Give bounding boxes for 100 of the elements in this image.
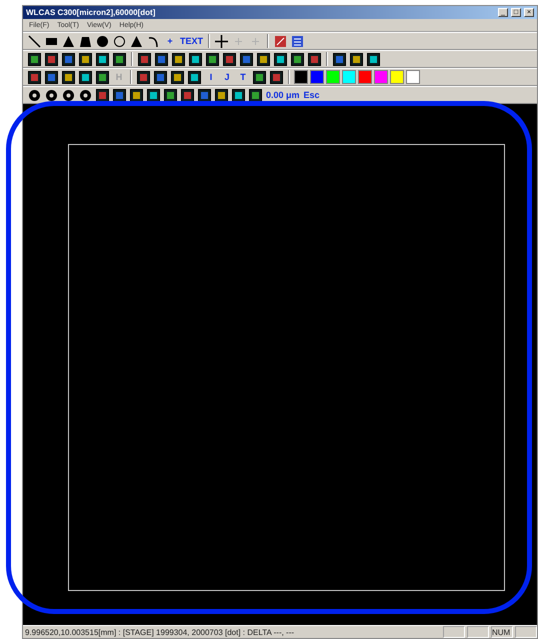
tool-icon	[79, 52, 92, 66]
color-swatch[interactable]	[358, 70, 372, 84]
tool-button[interactable]	[153, 70, 168, 84]
tool-icon	[274, 34, 288, 48]
tool-icon	[62, 88, 75, 102]
tool-icon	[147, 88, 160, 102]
color-swatch[interactable]	[326, 70, 340, 84]
tool-icon	[79, 70, 92, 84]
tool-icon	[206, 52, 219, 66]
tool-icon	[274, 52, 287, 66]
tool-button[interactable]: I	[204, 70, 218, 84]
color-swatch[interactable]	[342, 70, 356, 84]
tool-icon	[28, 70, 41, 84]
tool-button[interactable]	[95, 52, 110, 66]
tool-icon	[333, 52, 346, 66]
tool-button[interactable]	[231, 88, 246, 102]
tool-icon	[240, 52, 253, 66]
tool-button[interactable]	[163, 88, 178, 102]
tool-icon	[62, 70, 75, 84]
tool-button[interactable]	[136, 70, 151, 84]
tool-button[interactable]: TEXT	[179, 34, 204, 48]
tool-button[interactable]	[214, 88, 229, 102]
tool-button[interactable]	[154, 52, 169, 66]
tool-button[interactable]	[95, 70, 110, 84]
tool-button[interactable]	[27, 88, 42, 102]
tool-icon	[223, 52, 236, 66]
tool-button[interactable]: Esc	[302, 88, 321, 102]
tool-button[interactable]	[170, 70, 185, 84]
tool-icon	[154, 70, 167, 84]
tool-button[interactable]: J	[220, 70, 234, 84]
tool-button[interactable]: 0.00 μm	[265, 88, 301, 102]
tool-icon	[62, 52, 75, 66]
tool-button[interactable]	[256, 52, 271, 66]
tool-button[interactable]	[27, 52, 42, 66]
tool-button[interactable]	[187, 70, 202, 84]
tool-button[interactable]	[248, 88, 263, 102]
tool-icon	[164, 88, 177, 102]
tool-button[interactable]	[222, 52, 237, 66]
tool-button[interactable]	[366, 52, 381, 66]
tool-button[interactable]	[188, 52, 203, 66]
tool-button[interactable]	[112, 34, 127, 48]
tool-icon	[215, 34, 228, 48]
tool-icon	[249, 88, 262, 102]
tool-button[interactable]	[78, 88, 93, 102]
tool-button[interactable]	[61, 34, 76, 48]
tool-icon	[147, 34, 160, 48]
tool-button[interactable]	[307, 52, 322, 66]
tool-icon	[96, 70, 109, 84]
tool-icon	[171, 70, 184, 84]
tool-button[interactable]	[332, 52, 347, 66]
tool-button[interactable]	[129, 88, 144, 102]
tool-button[interactable]	[349, 52, 364, 66]
tool-button[interactable]	[214, 34, 230, 48]
tool-button[interactable]	[61, 70, 76, 84]
tool-button[interactable]	[78, 52, 93, 66]
color-swatch[interactable]	[374, 70, 388, 84]
tool-icon	[188, 70, 201, 84]
tool-button[interactable]	[78, 70, 93, 84]
tool-button[interactable]	[44, 70, 59, 84]
status-text: 9.996520,10.003515[mm] : [STAGE] 1999304, 2000703 [dot] : DELTA ---, ---	[25, 628, 296, 636]
tool-button[interactable]	[137, 52, 152, 66]
tool-icon	[113, 34, 126, 48]
tool-button[interactable]: T	[236, 70, 250, 84]
tool-button[interactable]	[290, 34, 306, 48]
tool-icon	[308, 52, 321, 66]
tool-button[interactable]	[171, 52, 186, 66]
tool-icon	[96, 52, 109, 66]
tool-icon	[45, 70, 58, 84]
tool-button[interactable]	[61, 88, 76, 102]
tool-button[interactable]	[180, 88, 195, 102]
window-title: WLCAS C300[micron2],60000[dot]	[26, 8, 156, 17]
tool-icon	[198, 88, 211, 102]
tool-button[interactable]	[273, 52, 288, 66]
tool-button[interactable]	[205, 52, 220, 66]
color-swatch[interactable]	[310, 70, 324, 84]
tool-button[interactable]	[112, 52, 127, 66]
tool-icon	[113, 88, 126, 102]
tool-icon	[291, 52, 304, 66]
tool-button[interactable]	[129, 34, 144, 48]
tool-button[interactable]	[146, 88, 161, 102]
tool-button[interactable]	[44, 88, 59, 102]
tool-button[interactable]	[44, 52, 59, 66]
tool-icon	[181, 88, 194, 102]
tool-button[interactable]	[61, 52, 76, 66]
tool-button[interactable]	[27, 34, 42, 48]
tool-button[interactable]	[290, 52, 305, 66]
status-panel	[515, 626, 537, 638]
tool-button[interactable]	[269, 70, 284, 84]
tool-button[interactable]	[197, 88, 212, 102]
color-swatch[interactable]	[294, 70, 308, 84]
tool-button[interactable]	[239, 52, 254, 66]
tool-button[interactable]	[27, 70, 42, 84]
tool-button[interactable]: +	[163, 34, 177, 48]
tool-button[interactable]	[252, 70, 267, 84]
tool-button[interactable]	[78, 34, 93, 48]
tool-button[interactable]	[112, 88, 127, 102]
color-swatch[interactable]	[390, 70, 404, 84]
tool-button[interactable]	[95, 34, 110, 48]
tool-button[interactable]	[95, 88, 110, 102]
color-swatch[interactable]	[406, 70, 420, 84]
